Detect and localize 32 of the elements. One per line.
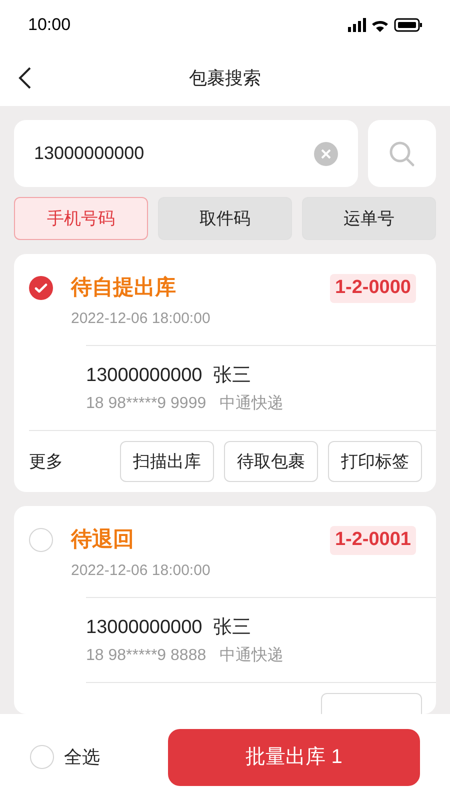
action-button[interactable]: 打印标签 <box>328 441 422 482</box>
recipient: 13000000000 张三 <box>86 616 252 640</box>
tracking-info: 18 98*****9 8888 中通快递 <box>86 646 284 666</box>
search-field[interactable]: 13000000000 <box>14 120 358 187</box>
page-title: 包裹搜索 <box>189 66 261 90</box>
more-label[interactable]: 更多 <box>29 448 110 474</box>
filter-tab[interactable]: 手机号码 <box>14 197 148 240</box>
search-icon <box>388 140 416 168</box>
search-button[interactable] <box>368 120 436 187</box>
back-icon[interactable] <box>18 66 32 90</box>
parcel-time: 2022-12-06 18:00:00 <box>71 561 212 581</box>
signal-icon <box>348 18 366 32</box>
action-button[interactable] <box>321 693 422 714</box>
action-button[interactable]: 待取包裹 <box>224 441 318 482</box>
wifi-icon <box>372 18 388 32</box>
parcel-status: 待自提出库 <box>71 274 177 301</box>
recipient: 13000000000 张三 <box>86 364 252 388</box>
parcel-status: 待退回 <box>71 527 135 553</box>
battery-icon <box>394 18 422 32</box>
parcel-time: 2022-12-06 18:00:00 <box>71 309 212 329</box>
checked-circle-icon[interactable] <box>29 276 53 300</box>
select-all-label[interactable]: 全选 <box>64 744 144 770</box>
status-time: 10:00 <box>28 14 71 36</box>
search-value: 13000000000 <box>34 142 146 165</box>
tracking-info: 18 98*****9 9999 中通快递 <box>86 394 284 414</box>
shelf-code: 1-2-0001 <box>330 526 416 554</box>
filter-tab[interactable]: 运单号 <box>302 197 436 240</box>
action-button[interactable]: 扫描出库 <box>120 441 214 482</box>
clear-icon[interactable] <box>314 142 338 166</box>
filter-tab[interactable]: 取件码 <box>158 197 292 240</box>
batch-checkout-button[interactable]: 批量出库 1 <box>168 728 420 786</box>
shelf-code: 1-2-0000 <box>330 274 416 302</box>
